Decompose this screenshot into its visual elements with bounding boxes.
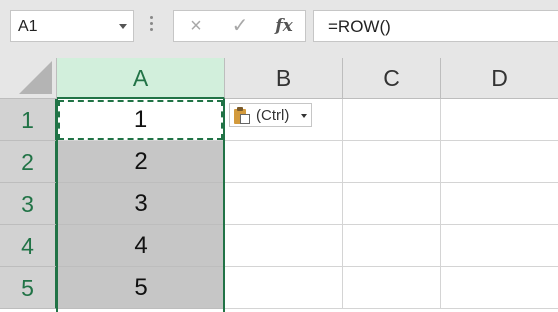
chevron-down-icon[interactable] <box>119 24 127 29</box>
cell-a2[interactable]: 2 <box>57 141 225 183</box>
insert-function-icon[interactable]: fx <box>264 11 304 41</box>
cell-a5[interactable]: 5 <box>57 267 225 309</box>
cell-b2[interactable] <box>225 141 343 183</box>
column-header-d[interactable]: D <box>441 58 558 99</box>
name-box[interactable]: A1 <box>10 10 134 42</box>
row-header-5[interactable]: 5 <box>0 267 57 309</box>
cell-d2[interactable] <box>441 141 558 183</box>
select-all-triangle-icon <box>19 61 52 94</box>
cell-d3[interactable] <box>441 183 558 225</box>
formula-text: =ROW() <box>328 17 391 36</box>
cell-c1[interactable] <box>343 99 441 141</box>
row-header-2[interactable]: 2 <box>0 141 57 183</box>
paste-options-label: (Ctrl) <box>256 107 290 124</box>
cell-c2[interactable] <box>343 141 441 183</box>
column-header-a[interactable]: A <box>57 58 225 99</box>
select-all-button[interactable] <box>0 58 57 99</box>
cell-c3[interactable] <box>343 183 441 225</box>
chevron-down-icon <box>301 114 307 118</box>
cell-d5[interactable] <box>441 267 558 309</box>
cell-a4[interactable]: 4 <box>57 225 225 267</box>
resize-handle-icon[interactable] <box>150 16 154 36</box>
name-box-value: A1 <box>18 18 38 35</box>
row-header-3[interactable]: 3 <box>0 183 57 225</box>
formula-input[interactable]: =ROW() <box>313 10 558 42</box>
cell-c5[interactable] <box>343 267 441 309</box>
cell-d4[interactable] <box>441 225 558 267</box>
formula-buttons: × ✓ fx <box>173 10 306 42</box>
cell-c4[interactable] <box>343 225 441 267</box>
cell-a1[interactable]: 1 <box>57 99 225 141</box>
paste-options-button[interactable]: (Ctrl) <box>229 103 312 127</box>
formula-bar-area: A1 × ✓ fx =ROW() <box>0 0 558 58</box>
column-header-c[interactable]: C <box>343 58 441 99</box>
row-header-1[interactable]: 1 <box>0 99 57 141</box>
cell-b3[interactable] <box>225 183 343 225</box>
clipboard-icon <box>234 107 251 124</box>
row-header-4[interactable]: 4 <box>0 225 57 267</box>
cell-a3[interactable]: 3 <box>57 183 225 225</box>
column-header-b[interactable]: B <box>225 58 343 99</box>
cell-b5[interactable] <box>225 267 343 309</box>
check-icon[interactable]: ✓ <box>220 11 260 41</box>
cell-b4[interactable] <box>225 225 343 267</box>
spreadsheet-grid: A B C D 1 1 2 2 3 3 4 4 5 5 (Ctrl) <box>0 58 558 312</box>
cancel-icon[interactable]: × <box>176 11 216 41</box>
cell-d1[interactable] <box>441 99 558 141</box>
